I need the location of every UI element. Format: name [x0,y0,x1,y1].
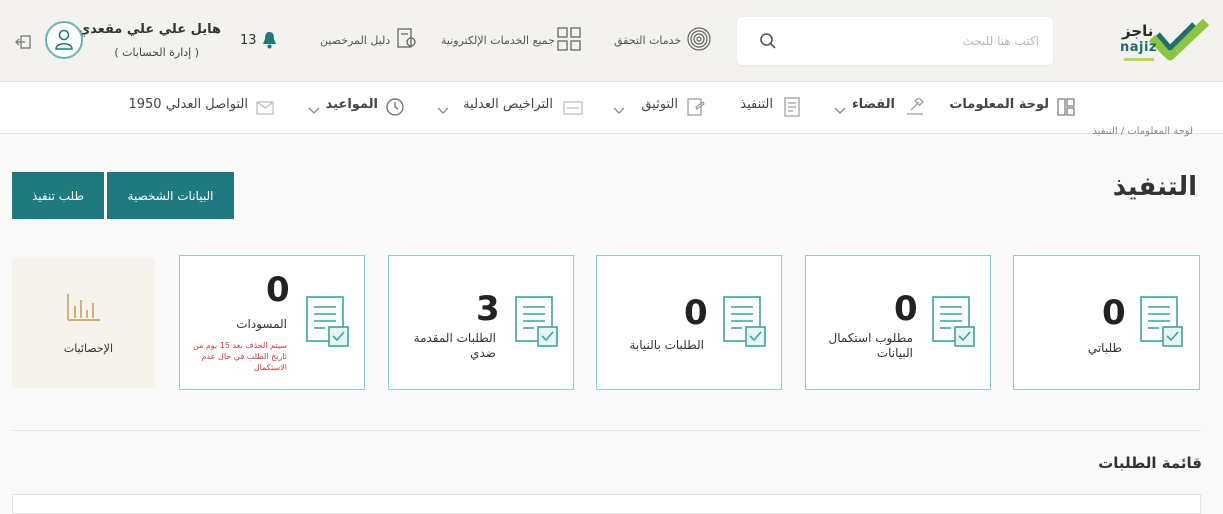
fingerprint-icon[interactable] [686,26,712,56]
user-icon [55,29,73,55]
nav-item-documentation[interactable]: التوثيق [641,97,678,112]
card-count: 0 [894,289,918,329]
document-check-icon [929,295,977,353]
nav-item-judicial-contact[interactable]: التواصل العدلي 1950 [128,97,248,112]
card-count: 0 [1102,293,1126,333]
nav-item-execution[interactable]: التنفيذ [740,97,773,112]
requests-list-title: قائمة الطلبات [1098,454,1202,472]
document-check-icon [720,295,768,353]
page-title: التنفيذ [1112,172,1197,202]
card-count: 0 [684,293,708,333]
chevron-down-icon[interactable] [308,100,320,119]
document-check-icon [512,295,560,353]
card-drafts[interactable]: 0 المسودات سيتم الحذف بعد 15 يوم من تاري… [179,255,365,390]
card-label: مطلوب استكمال البيانات [828,331,913,360]
document-check-icon [303,295,351,353]
contact-icon [256,100,274,119]
clock-icon [385,97,405,121]
bar-chart-icon [66,292,102,326]
judiciary-icon [905,96,925,120]
card-label: الطلبات المقدمة ضدي [413,331,496,360]
breadcrumb[interactable]: لوحة المعلومات / التنفيذ [1092,126,1193,137]
search-icon[interactable] [759,32,777,54]
dashboard-icon [1057,98,1075,120]
document-check-icon [1137,295,1185,353]
statistics-label: الإحصائيات [63,342,113,355]
draft-deletion-warning: سيتم الحذف بعد 15 يوم من تاريخ الطلب في … [192,341,287,372]
notification-count: 13 [240,33,257,48]
bell-icon[interactable] [262,31,277,53]
logo-text-arabic: ناجز [1122,22,1154,40]
logo-underline [1124,58,1154,61]
avatar[interactable] [45,21,83,59]
personal-data-button[interactable]: البيانات الشخصية [107,172,234,219]
documentation-icon [687,98,705,120]
card-data-completion-required[interactable]: 0 مطلوب استكمال البيانات [805,255,991,390]
card-count: 0 [266,270,290,310]
nav-item-judicial-licenses[interactable]: التراخيص العدلية [463,97,553,112]
logo-text-latin: najiz [1120,40,1158,55]
section-divider [12,430,1201,431]
najiz-logo[interactable] [1148,16,1210,62]
card-count: 3 [476,289,500,329]
chevron-down-icon[interactable] [834,100,846,119]
search-input[interactable] [799,30,1039,52]
card-requests-against-me[interactable]: 3 الطلبات المقدمة ضدي [388,255,574,390]
manage-accounts-link[interactable]: ( إدارة الحسابات ) [114,46,199,59]
card-my-requests[interactable]: 0 طلباتي [1013,255,1200,390]
card-label: طلباتي [1087,341,1122,355]
logout-icon[interactable] [15,34,31,53]
execution-icon [784,97,800,121]
chevron-down-icon[interactable] [613,100,625,119]
card-requests-on-behalf[interactable]: 0 الطلبات بالنيابة [596,255,782,390]
top-link-license-guide[interactable]: دليل المرخصين [320,34,390,47]
license-guide-icon[interactable] [396,27,418,55]
nav-item-dashboard[interactable]: لوحة المعلومات [949,97,1049,112]
execution-request-button[interactable]: طلب تنفيذ [12,172,104,219]
grid-icon[interactable] [557,27,581,55]
chevron-down-icon[interactable] [437,100,449,119]
nav-item-appointments[interactable]: المواعيد [326,97,378,112]
nav-item-judiciary[interactable]: القضاء [852,97,895,112]
requests-list-container [12,494,1201,514]
license-icon [563,100,583,119]
statistics-card[interactable]: الإحصائيات [12,258,155,388]
search-box [737,17,1053,65]
card-label: الطلبات بالنيابة [629,338,704,352]
top-link-verification[interactable]: خدمات التحقق [614,34,681,47]
user-name: هايل علي علي مقعدي [78,22,221,37]
top-link-all-services[interactable]: جميع الخدمات الإلكترونية [441,34,555,47]
card-label: المسودات [236,317,287,331]
